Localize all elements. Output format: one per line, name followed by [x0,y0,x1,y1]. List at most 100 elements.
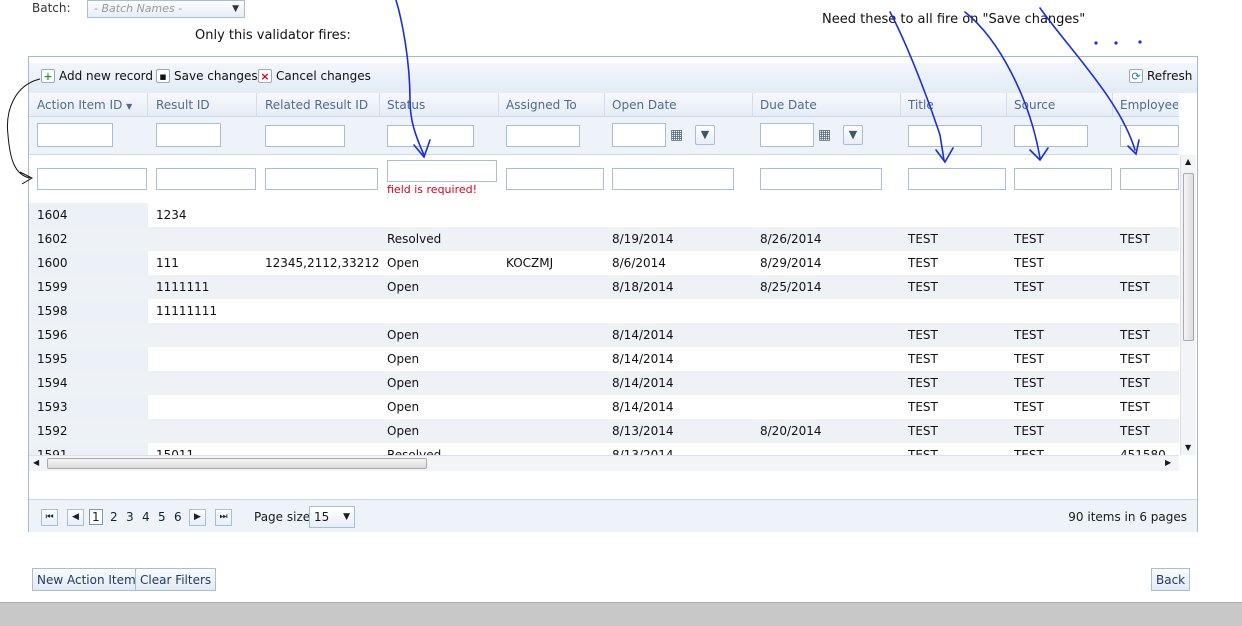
cell-action-item-id[interactable]: 1599 [37,280,68,294]
cell-action-item-id[interactable]: 1600 [37,256,68,270]
cell-open-date[interactable]: 8/14/2014 [612,328,674,342]
column-header-action-item-id[interactable]: Action Item ID ▼ [37,98,132,112]
cell-title[interactable]: TEST [908,424,938,438]
cell-source[interactable]: TEST [1014,232,1044,246]
cell-source[interactable]: TEST [1014,352,1044,366]
table-row[interactable]: 1596 Open 8/14/2014 TEST TEST TEST [29,323,1179,347]
table-row[interactable]: 1604 1234 [29,203,1179,227]
cell-status[interactable]: Open [387,400,419,414]
first-page-icon[interactable]: ⏮ [41,509,58,526]
scroll-down-icon[interactable]: ▼ [1185,443,1191,452]
cell-title[interactable]: TEST [908,280,938,294]
insert-input-assigned-to[interactable] [506,168,604,190]
calendar-icon[interactable]: ▦ [818,127,831,143]
filter-input-due-date[interactable] [760,123,814,147]
insert-input-result-id[interactable] [156,168,256,190]
filter-input-employee-id[interactable] [1120,125,1179,147]
last-page-icon[interactable]: ⏭ [215,509,232,526]
column-header-due-date[interactable]: Due Date [760,98,817,112]
clear-filters-button[interactable]: Clear Filters [135,568,217,591]
insert-input-action-item-id[interactable] [37,168,147,190]
column-header-title[interactable]: Title [908,98,934,112]
cancel-changes-button[interactable]: × Cancel changes [258,69,371,83]
cell-open-date[interactable]: 8/19/2014 [612,232,674,246]
table-row[interactable]: 1592 Open 8/13/2014 8/20/2014 TEST TEST TEST [29,419,1179,443]
cell-due-date[interactable]: 8/26/2014 [760,232,822,246]
insert-input-related-result-id[interactable] [265,168,378,190]
filter-input-related-result-id[interactable] [265,125,345,147]
column-header-assigned-to[interactable]: Assigned To [506,98,577,112]
cell-title[interactable]: TEST [908,232,938,246]
filter-input-status[interactable] [387,125,474,147]
table-row[interactable]: 1594 Open 8/14/2014 TEST TEST TEST [29,371,1179,395]
cell-open-date[interactable]: 8/13/2014 [612,424,674,438]
cell-employee-id[interactable]: TEST [1120,376,1150,390]
cell-due-date[interactable]: 8/29/2014 [760,256,822,270]
cell-employee-id[interactable]: 451580 [1120,448,1166,455]
cell-result-id[interactable]: 1234 [156,208,187,222]
back-button[interactable]: Back [1151,568,1191,591]
column-header-source[interactable]: Source [1014,98,1055,112]
filter-icon[interactable]: ▼ [843,125,863,145]
cell-assigned-to[interactable]: KOCZMJ [506,256,553,270]
cell-employee-id[interactable]: TEST [1120,328,1150,342]
cell-action-item-id[interactable]: 1591 [37,448,68,455]
cell-status[interactable]: Open [387,376,419,390]
insert-input-status[interactable] [387,160,497,182]
cell-status[interactable]: Open [387,352,419,366]
cell-title[interactable]: TEST [908,328,938,342]
cell-title[interactable]: TEST [908,448,938,455]
horizontal-scrollbar[interactable]: ◀ ▶ [29,455,1179,471]
filter-input-open-date[interactable] [612,123,666,147]
insert-input-employee-id[interactable] [1120,168,1179,190]
cell-action-item-id[interactable]: 1602 [37,232,68,246]
table-row[interactable]: 1598 11111111 [29,299,1179,323]
table-row[interactable]: 1591 15011 Resolved 8/13/2014 TEST TEST 451580 [29,443,1179,455]
cell-status[interactable]: Resolved [387,232,441,246]
page-number-link[interactable]: 5 [158,510,166,524]
cell-action-item-id[interactable]: 1598 [37,304,68,318]
column-header-employee-id[interactable]: Employee I [1120,98,1178,112]
table-row[interactable]: 1599 1111111 Open 8/18/2014 8/25/2014 TEST TES… [29,275,1179,299]
save-changes-button[interactable]: ▪ Save changes [156,69,258,83]
cell-source[interactable]: TEST [1014,448,1044,455]
cell-result-id[interactable]: 111 [156,256,179,270]
cell-title[interactable]: TEST [908,376,938,390]
scroll-up-icon[interactable]: ▲ [1185,157,1191,166]
cell-action-item-id[interactable]: 1604 [37,208,68,222]
cell-status[interactable]: Open [387,424,419,438]
insert-input-source[interactable] [1014,168,1112,190]
filter-input-assigned-to[interactable] [506,125,580,147]
cell-employee-id[interactable]: TEST [1120,232,1150,246]
horizontal-scroll-thumb[interactable] [47,458,427,469]
table-row[interactable]: 1593 Open 8/14/2014 TEST TEST TEST [29,395,1179,419]
cell-source[interactable]: TEST [1014,256,1044,270]
column-header-related-result-id[interactable]: Related Result ID [265,98,368,112]
cell-open-date[interactable]: 8/18/2014 [612,280,674,294]
refresh-button[interactable]: ⟳ Refresh [1129,69,1192,83]
filter-input-title[interactable] [908,125,982,147]
insert-input-title[interactable] [908,168,1006,190]
table-row[interactable]: 1595 Open 8/14/2014 TEST TEST TEST [29,347,1179,371]
cell-employee-id[interactable]: TEST [1120,280,1150,294]
calendar-icon[interactable]: ▦ [670,127,683,143]
page-number-link[interactable]: 3 [126,510,134,524]
column-header-open-date[interactable]: Open Date [612,98,677,112]
cell-status[interactable]: Open [387,256,419,270]
cell-source[interactable]: TEST [1014,424,1044,438]
cell-result-id[interactable]: 15011 [156,448,194,455]
prev-page-icon[interactable]: ◀ [67,509,84,526]
cell-status[interactable]: Open [387,328,419,342]
scroll-right-icon[interactable]: ▶ [1165,458,1171,467]
cell-source[interactable]: TEST [1014,328,1044,342]
cell-employee-id[interactable]: TEST [1120,400,1150,414]
page-number-link[interactable]: 6 [174,510,182,524]
cell-title[interactable]: TEST [908,352,938,366]
cell-action-item-id[interactable]: 1592 [37,424,68,438]
cell-action-item-id[interactable]: 1595 [37,352,68,366]
page-number-link[interactable]: 4 [142,510,150,524]
next-page-icon[interactable]: ▶ [189,509,206,526]
add-record-button[interactable]: + Add new record [41,69,153,83]
table-row[interactable]: 1600 111 12345,2112,33212 Open KOCZMJ 8/6/201… [29,251,1179,275]
cell-employee-id[interactable]: TEST [1120,352,1150,366]
